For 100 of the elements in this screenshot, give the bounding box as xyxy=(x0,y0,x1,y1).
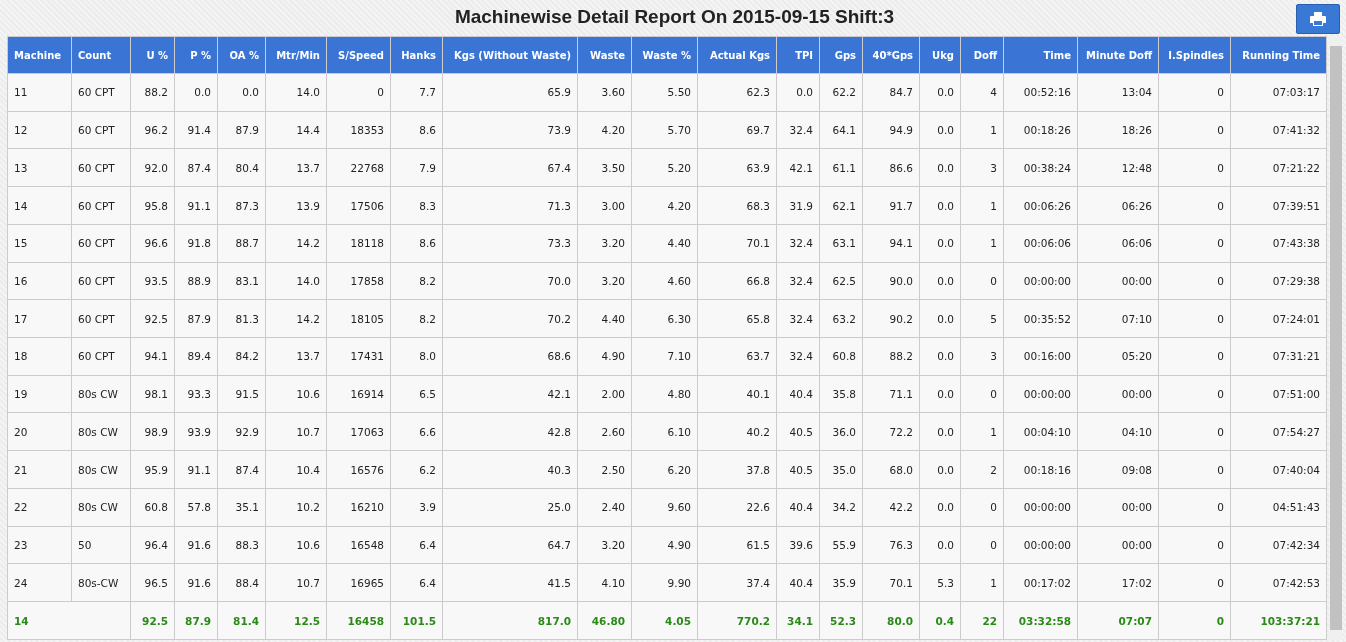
table-cell: 17063 xyxy=(326,412,391,451)
table-cell: 0 xyxy=(960,488,1004,527)
table-cell: 91.4 xyxy=(174,111,218,149)
table-cell: 57.8 xyxy=(174,488,218,527)
table-cell: 40.2 xyxy=(697,412,777,451)
table-cell: 40.4 xyxy=(776,563,820,602)
table-cell: 73.3 xyxy=(442,224,578,263)
table-cell: 34.2 xyxy=(819,488,863,527)
column-header: Ukg xyxy=(919,36,961,74)
table-cell: 00:00:00 xyxy=(1003,262,1078,300)
table-cell: 06:26 xyxy=(1077,186,1159,225)
printer-icon xyxy=(1310,12,1326,26)
table-cell: 22768 xyxy=(326,148,391,187)
total-cell: 16458 xyxy=(326,601,391,640)
table-cell: 00:16:00 xyxy=(1003,337,1078,376)
table-cell: 10.6 xyxy=(265,375,327,413)
table-cell: 0.0 xyxy=(919,526,961,564)
table-cell: 00:06:26 xyxy=(1003,186,1078,225)
table-cell: 91.6 xyxy=(174,563,218,602)
table-cell: 91.5 xyxy=(217,375,266,413)
column-header: Kgs (Without Waste) xyxy=(442,36,578,74)
report-title: Machinewise Detail Report On 2015-09-15 Shift:3 xyxy=(454,6,895,28)
table-cell: 32.4 xyxy=(776,111,820,149)
table-cell: 63.7 xyxy=(697,337,777,376)
table-cell: 05:20 xyxy=(1077,337,1159,376)
table-cell: 4.90 xyxy=(577,337,632,376)
total-cell: 101.5 xyxy=(390,601,443,640)
table-cell: 60 CPT xyxy=(71,262,131,300)
table-cell: 00:18:16 xyxy=(1003,450,1078,489)
column-header: Running Time xyxy=(1230,36,1327,74)
table-cell: 35.9 xyxy=(819,563,863,602)
table-cell: 71.3 xyxy=(442,186,578,225)
table-cell: 36.0 xyxy=(819,412,863,451)
table-cell: 0 xyxy=(1158,111,1231,149)
table-cell: 80s-CW xyxy=(71,563,131,602)
table-cell: 10.7 xyxy=(265,563,327,602)
table-cell: 62.1 xyxy=(819,186,863,225)
table-cell: 00:35:52 xyxy=(1003,299,1078,338)
table-cell: 93.3 xyxy=(174,375,218,413)
table-cell: 60 CPT xyxy=(71,111,131,149)
column-header: Machine xyxy=(7,36,72,74)
table-cell: 6.4 xyxy=(390,563,443,602)
print-button[interactable] xyxy=(1296,4,1340,34)
column-header: I.Spindles xyxy=(1158,36,1231,74)
table-cell: 0 xyxy=(1158,412,1231,451)
table-cell: 15 xyxy=(7,224,72,263)
table-cell: 42.1 xyxy=(776,148,820,187)
table-cell: 61.1 xyxy=(819,148,863,187)
table-cell: 19 xyxy=(7,375,72,413)
table-cell: 18353 xyxy=(326,111,391,149)
table-cell: 32.4 xyxy=(776,299,820,338)
table-cell: 07:24:01 xyxy=(1230,299,1327,338)
table-cell: 68.6 xyxy=(442,337,578,376)
column-header: U % xyxy=(130,36,175,74)
table-cell: 40.5 xyxy=(776,412,820,451)
table-cell: 0 xyxy=(1158,488,1231,527)
table-cell: 07:21:22 xyxy=(1230,148,1327,187)
total-cell: 80.0 xyxy=(862,601,920,640)
table-cell: 17 xyxy=(7,299,72,338)
total-cell: 12.5 xyxy=(265,601,327,640)
table-cell: 8.0 xyxy=(390,337,443,376)
column-header: Time xyxy=(1003,36,1078,74)
table-cell: 18:26 xyxy=(1077,111,1159,149)
table-cell: 32.4 xyxy=(776,262,820,300)
table-cell: 16914 xyxy=(326,375,391,413)
table-cell: 37.8 xyxy=(697,450,777,489)
table-cell: 0.0 xyxy=(919,111,961,149)
table-cell: 16 xyxy=(7,262,72,300)
table-cell: 3 xyxy=(960,337,1004,376)
table-cell: 8.3 xyxy=(390,186,443,225)
table-cell: 88.7 xyxy=(217,224,266,263)
table-cell: 6.5 xyxy=(390,375,443,413)
table-cell: 80s CW xyxy=(71,488,131,527)
table-cell: 88.2 xyxy=(130,73,175,112)
table-cell: 0 xyxy=(1158,73,1231,112)
table-cell: 87.4 xyxy=(174,148,218,187)
table-cell: 0 xyxy=(1158,563,1231,602)
table-cell: 07:54:27 xyxy=(1230,412,1327,451)
table-cell: 61.5 xyxy=(697,526,777,564)
table-cell: 6.30 xyxy=(631,299,698,338)
table-cell: 96.5 xyxy=(130,563,175,602)
column-header: 40*Gps xyxy=(862,36,920,74)
table-cell: 63.9 xyxy=(697,148,777,187)
table-cell: 62.2 xyxy=(819,73,863,112)
table-cell: 14.0 xyxy=(265,262,327,300)
table-cell: 13 xyxy=(7,148,72,187)
table-cell: 07:03:17 xyxy=(1230,73,1327,112)
table-cell: 70.2 xyxy=(442,299,578,338)
table-cell: 87.9 xyxy=(174,299,218,338)
table-cell: 42.1 xyxy=(442,375,578,413)
scrollbar[interactable] xyxy=(1329,36,1342,640)
table-cell: 00:17:02 xyxy=(1003,563,1078,602)
table-cell: 8.2 xyxy=(390,262,443,300)
table-cell: 13.7 xyxy=(265,337,327,376)
table-cell: 5 xyxy=(960,299,1004,338)
table-cell: 4 xyxy=(960,73,1004,112)
column-header: Minute Doff xyxy=(1077,36,1159,74)
table-cell: 3.50 xyxy=(577,148,632,187)
table-cell: 8.6 xyxy=(390,224,443,263)
table-cell: 92.5 xyxy=(130,299,175,338)
